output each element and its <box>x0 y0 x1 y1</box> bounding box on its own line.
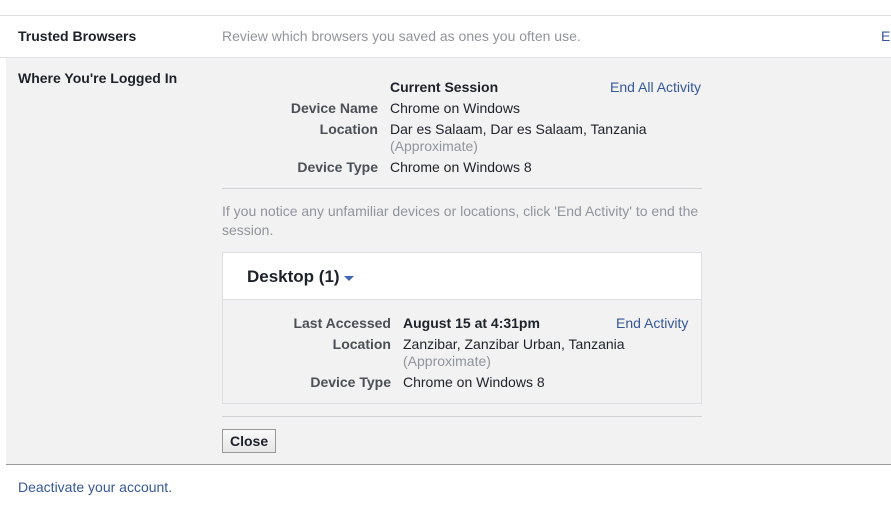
location-label: Location <box>319 121 378 137</box>
last-accessed-label: Last Accessed <box>293 315 391 331</box>
previous-row-edge <box>0 0 891 16</box>
caret-down-icon[interactable] <box>344 276 354 281</box>
trusted-browsers-edit-link[interactable]: E <box>881 28 890 44</box>
close-button[interactable]: Close <box>222 429 277 453</box>
desktop-device-type-value: Chrome on Windows 8 <box>403 374 545 390</box>
where-logged-in-title: Where You're Logged In <box>18 70 178 86</box>
device-type-value: Chrome on Windows 8 <box>390 159 532 175</box>
desktop-sessions-header[interactable]: Desktop (1) <box>223 253 701 300</box>
device-name-label: Device Name <box>290 100 378 116</box>
unfamiliar-devices-notice: If you notice any unfamiliar devices or … <box>222 203 699 238</box>
location-approximate-note: (Approximate) <box>390 138 478 154</box>
desktop-sessions-panel: Desktop (1) Last Accessed August 15 at 4… <box>222 252 702 404</box>
desktop-location-value: Zanzibar, Zanzibar Urban, Tanzania <box>403 336 625 352</box>
trusted-browsers-title: Trusted Browsers <box>18 28 137 44</box>
desktop-location-approximate-note: (Approximate) <box>403 353 491 369</box>
location-value: Dar es Salaam, Dar es Salaam, Tanzania <box>390 121 647 137</box>
deactivate-account-link[interactable]: Deactivate your account. <box>18 479 172 495</box>
current-session-heading: Current Session <box>390 79 499 95</box>
desktop-device-type-label: Device Type <box>310 374 391 390</box>
trusted-browsers-description: Review which browsers you saved as ones … <box>222 28 581 44</box>
close-divider <box>222 416 702 417</box>
session-divider <box>222 188 702 189</box>
end-all-activity-link[interactable]: End All Activity <box>610 79 701 95</box>
desktop-sessions-title[interactable]: Desktop (1) <box>247 267 340 287</box>
last-accessed-value: August 15 at 4:31pm <box>403 315 540 331</box>
settings-page: Trusted Browsers Review which browsers y… <box>0 0 891 527</box>
trusted-browsers-row[interactable]: Trusted Browsers Review which browsers y… <box>0 16 891 58</box>
device-type-label: Device Type <box>297 159 378 175</box>
end-activity-link[interactable]: End Activity <box>616 315 688 331</box>
where-logged-in-section: Where You're Logged In Current Session E… <box>6 58 891 465</box>
desktop-location-label: Location <box>332 336 391 352</box>
device-name-value: Chrome on Windows <box>390 100 520 116</box>
